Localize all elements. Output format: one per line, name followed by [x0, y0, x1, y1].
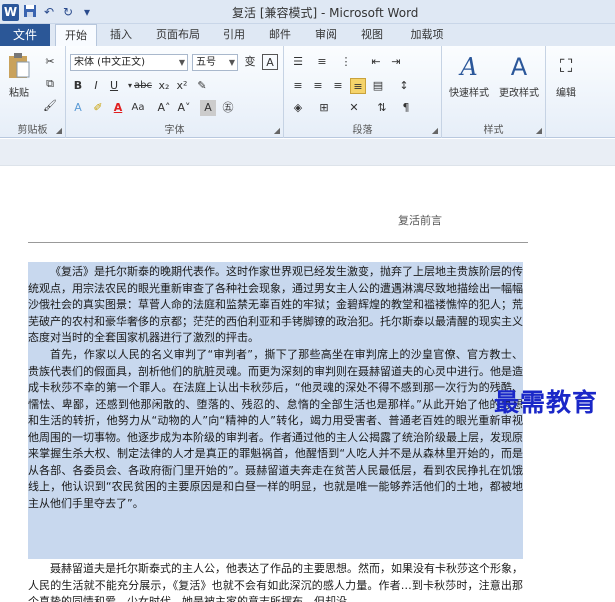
- paragraph[interactable]: 聂赫留道夫是托尔斯泰式的主人公，他表达了作品的主要思想。然而，如果没有卡秋莎这个…: [28, 561, 523, 602]
- ribbon-tabs: 文件 开始 插入 页面布局 引用 邮件 审阅 视图 加载项: [0, 24, 615, 46]
- justify-icon[interactable]: ≡: [350, 78, 366, 94]
- decrease-indent-icon[interactable]: ⇤: [368, 54, 384, 70]
- styles-group-label: 样式: [483, 125, 504, 136]
- editing-button[interactable]: ⛶ 编辑: [550, 52, 582, 99]
- group-font: 宋体 (中文正文) ▼ 五号 ▼ 变 A B I U ▾ abc x₂ x² ✎…: [66, 46, 284, 138]
- tab-home[interactable]: 开始: [55, 24, 97, 46]
- change-styles-icon: A: [510, 53, 528, 81]
- enclose-char-icon[interactable]: ㊄: [220, 100, 236, 116]
- paragraph-launcher-icon[interactable]: ◢: [432, 126, 438, 135]
- group-styles: A 快速样式 A 更改样式 样式 ◢: [442, 46, 546, 138]
- copy-icon[interactable]: ⧉: [42, 76, 58, 92]
- font-launcher-icon[interactable]: ◢: [274, 126, 280, 135]
- quick-styles-label: 快速样式: [449, 88, 489, 99]
- quick-styles-button[interactable]: A 快速样式: [446, 52, 492, 99]
- subscript-icon[interactable]: x₂: [156, 78, 172, 94]
- group-paragraph: ☰ ≡ ⋮ ⇤ ⇥ ≡ ≡ ≡ ≡ ▤ ↕ ◈ ⊞ ✕ ⇅ ¶ 段落 ◢: [284, 46, 442, 138]
- page-header[interactable]: 复活前言: [398, 212, 442, 228]
- char-border-icon[interactable]: A: [262, 54, 278, 70]
- numbering-icon[interactable]: ≡: [314, 54, 330, 70]
- chinese-layout-icon[interactable]: ✕: [346, 100, 362, 116]
- highlight-icon[interactable]: ✐: [90, 100, 106, 116]
- word-app-icon[interactable]: W: [2, 3, 19, 21]
- quick-access-toolbar: W ↶ ↻ ▾: [2, 2, 95, 22]
- font-size-value: 五号: [196, 57, 216, 68]
- cut-icon[interactable]: ✂: [42, 54, 58, 70]
- ribbon: 粘贴 ✂ ⧉ 🖌 剪贴板 ◢ 宋体 (中文正文) ▼ 五号 ▼ 变 A B I …: [0, 46, 615, 138]
- save-icon[interactable]: [22, 4, 38, 20]
- font-name-value: 宋体 (中文正文): [74, 57, 145, 68]
- clipboard-launcher-icon[interactable]: ◢: [56, 126, 62, 135]
- editing-label: 编辑: [556, 88, 576, 99]
- distributed-icon[interactable]: ▤: [370, 78, 386, 94]
- change-styles-button[interactable]: A 更改样式: [496, 52, 542, 99]
- group-editing: ⛶ 编辑: [546, 46, 586, 138]
- paragraph-group-label: 段落: [352, 125, 373, 136]
- customize-qat-icon[interactable]: ▾: [79, 4, 95, 20]
- italic-icon[interactable]: I: [88, 78, 104, 94]
- clear-formatting-icon[interactable]: ✎: [194, 78, 210, 94]
- tab-file[interactable]: 文件: [0, 24, 50, 46]
- header-divider: [28, 242, 528, 243]
- tab-mailings[interactable]: 邮件: [262, 24, 298, 46]
- wen-icon[interactable]: 变: [242, 54, 258, 70]
- show-marks-icon[interactable]: ¶: [398, 100, 414, 116]
- tab-references[interactable]: 引用: [216, 24, 252, 46]
- find-binoculars-icon: ⛶: [559, 56, 573, 77]
- shading-icon[interactable]: ◈: [290, 100, 306, 116]
- title-bar: W ↶ ↻ ▾ 复活 [兼容模式] - Microsoft Word: [0, 0, 615, 24]
- align-right-icon[interactable]: ≡: [330, 78, 346, 94]
- paste-button[interactable]: 粘贴: [4, 52, 34, 99]
- format-painter-icon[interactable]: 🖌: [42, 98, 58, 114]
- line-spacing-icon[interactable]: ↕: [396, 78, 412, 94]
- strikethrough-icon[interactable]: abc: [134, 78, 152, 94]
- change-case-icon[interactable]: Aa: [130, 100, 146, 116]
- group-clipboard: 粘贴 ✂ ⧉ 🖌 剪贴板 ◢: [0, 46, 66, 138]
- font-size-combo[interactable]: 五号 ▼: [192, 54, 238, 71]
- shrink-font-icon[interactable]: A˅: [176, 100, 192, 116]
- tab-page-layout[interactable]: 页面布局: [150, 24, 206, 46]
- increase-indent-icon[interactable]: ⇥: [388, 54, 404, 70]
- change-styles-label: 更改样式: [499, 88, 539, 99]
- bold-icon[interactable]: B: [70, 78, 86, 94]
- font-group-label: 字体: [164, 125, 185, 136]
- quick-styles-icon: A: [460, 53, 478, 81]
- align-left-icon[interactable]: ≡: [290, 78, 306, 94]
- site-watermark: 最需教育: [494, 388, 599, 417]
- borders-icon[interactable]: ⊞: [316, 100, 332, 116]
- tab-review[interactable]: 审阅: [308, 24, 344, 46]
- redo-icon[interactable]: ↻: [60, 4, 76, 20]
- font-color-icon[interactable]: A: [110, 100, 126, 116]
- align-center-icon[interactable]: ≡: [310, 78, 326, 94]
- window-title: 复活 [兼容模式] - Microsoft Word: [232, 6, 419, 20]
- document-background: [0, 139, 615, 165]
- grow-font-icon[interactable]: A˄: [156, 100, 172, 116]
- paragraph[interactable]: 首先，作家以人民的名义审判了“审判者”，撕下了那些高坐在审判席上的沙皇官僚、官方…: [28, 347, 523, 547]
- clipboard-icon: [5, 52, 33, 82]
- tab-view[interactable]: 视图: [354, 24, 390, 46]
- tab-insert[interactable]: 插入: [103, 24, 139, 46]
- undo-icon[interactable]: ↶: [41, 4, 57, 20]
- styles-launcher-icon[interactable]: ◢: [536, 126, 542, 135]
- multilevel-list-icon[interactable]: ⋮: [338, 54, 354, 70]
- underline-icon[interactable]: U: [106, 78, 122, 94]
- text-effects-icon[interactable]: A: [70, 100, 86, 116]
- font-name-combo[interactable]: 宋体 (中文正文) ▼: [70, 54, 188, 71]
- char-shading-icon[interactable]: A: [200, 100, 216, 116]
- chevron-down-icon: ▼: [178, 58, 185, 67]
- paste-label: 粘贴: [9, 88, 29, 99]
- superscript-icon[interactable]: x²: [174, 78, 190, 94]
- paragraph[interactable]: 《复活》是托尔斯泰的晚期代表作。这时作家世界观已经发生激变，抛弃了上层地主贵族阶…: [28, 264, 523, 348]
- chevron-down-icon: ▼: [228, 58, 235, 67]
- bullets-icon[interactable]: ☰: [290, 54, 306, 70]
- tab-add-ins[interactable]: 加载项: [402, 24, 452, 46]
- sort-icon[interactable]: ⇅: [374, 100, 390, 116]
